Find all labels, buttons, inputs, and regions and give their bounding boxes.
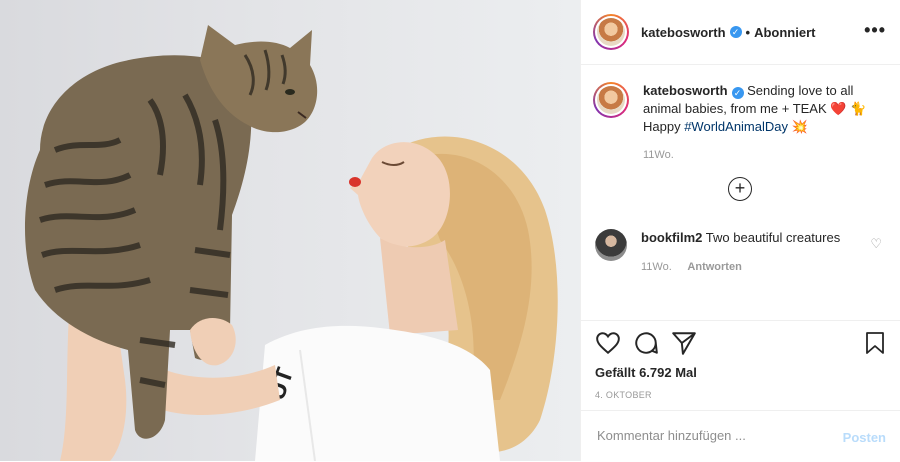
post-photo[interactable]: UT: [0, 0, 580, 461]
add-comment-bar: Posten: [581, 410, 900, 462]
post-date: 4. OKTOBER: [595, 390, 652, 400]
comment-age[interactable]: 11Wo.: [641, 261, 672, 273]
comments-list[interactable]: katebosworth ✓ Sending love to all animal…: [581, 65, 900, 319]
load-more-comments-icon[interactable]: +: [728, 177, 752, 201]
more-options-icon[interactable]: •••: [864, 20, 886, 41]
likes-count[interactable]: Gefällt 6.792 Mal: [595, 365, 697, 380]
caption: katebosworth ✓ Sending love to all animal…: [593, 82, 883, 164]
caption-avatar[interactable]: [593, 82, 629, 118]
post-actions: Gefällt 6.792 Mal 4. OKTOBER: [581, 320, 900, 410]
post-sidebar: katebosworth ✓ • Abonniert ••• kateboswo…: [580, 0, 900, 461]
commenter-username[interactable]: bookfilm2: [641, 230, 702, 245]
caption-emoji: 💥: [791, 119, 808, 134]
author-username[interactable]: katebosworth: [641, 25, 726, 40]
verified-badge-icon: ✓: [731, 87, 744, 99]
post-header: katebosworth ✓ • Abonniert •••: [581, 0, 900, 65]
comment-icon[interactable]: [633, 330, 659, 356]
comment-text: Two beautiful creatures: [705, 230, 841, 245]
comment-input[interactable]: [595, 427, 819, 444]
caption-hashtag[interactable]: #WorldAnimalDay: [684, 119, 788, 134]
comment-item: bookfilm2 Two beautiful creatures 11Wo. …: [595, 229, 885, 276]
heart-icon[interactable]: [595, 330, 621, 356]
follow-status[interactable]: Abonniert: [754, 25, 815, 40]
author-avatar[interactable]: [593, 14, 629, 50]
photo-illustration: UT: [24, 25, 558, 461]
comment-like-icon[interactable]: ♡: [870, 236, 882, 252]
share-icon[interactable]: [671, 330, 697, 356]
caption-hashtag-prefix: Happy: [643, 119, 681, 134]
caption-age[interactable]: 11Wo.: [643, 146, 873, 164]
verified-badge-icon: ✓: [729, 26, 742, 38]
reply-button[interactable]: Antworten: [687, 261, 741, 273]
caption-username[interactable]: katebosworth: [643, 83, 728, 98]
header-separator: •: [745, 24, 751, 40]
post-comment-button[interactable]: Posten: [843, 430, 886, 445]
commenter-avatar[interactable]: [595, 229, 627, 261]
bookmark-icon[interactable]: [863, 330, 887, 356]
